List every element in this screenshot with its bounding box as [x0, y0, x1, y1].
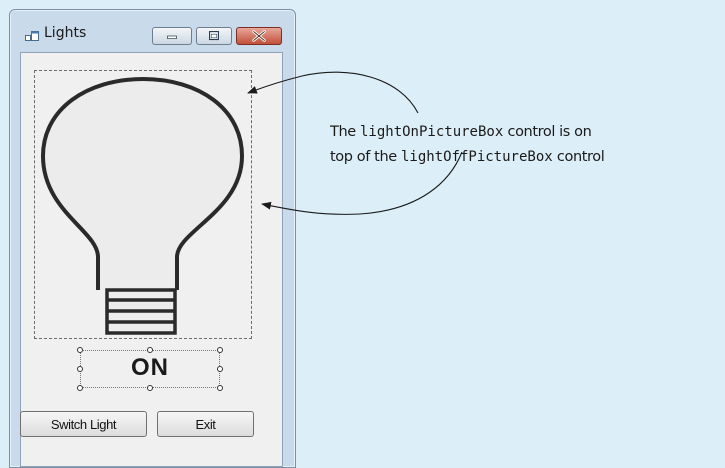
code-lightonpicturebox: lightOnPictureBox — [359, 124, 504, 140]
code-lightoffpicturebox: lightOffPictureBox — [400, 149, 553, 165]
arrow-to-on-picturebox — [247, 71, 419, 114]
annotation-line-1: The lightOnPictureBox control is on — [330, 124, 592, 140]
callout-arrows — [247, 71, 463, 215]
annotation-line-2: top of the lightOffPictureBox control — [330, 149, 605, 165]
annotation-text: The lightOnPictureBox control is on top … — [330, 120, 722, 170]
